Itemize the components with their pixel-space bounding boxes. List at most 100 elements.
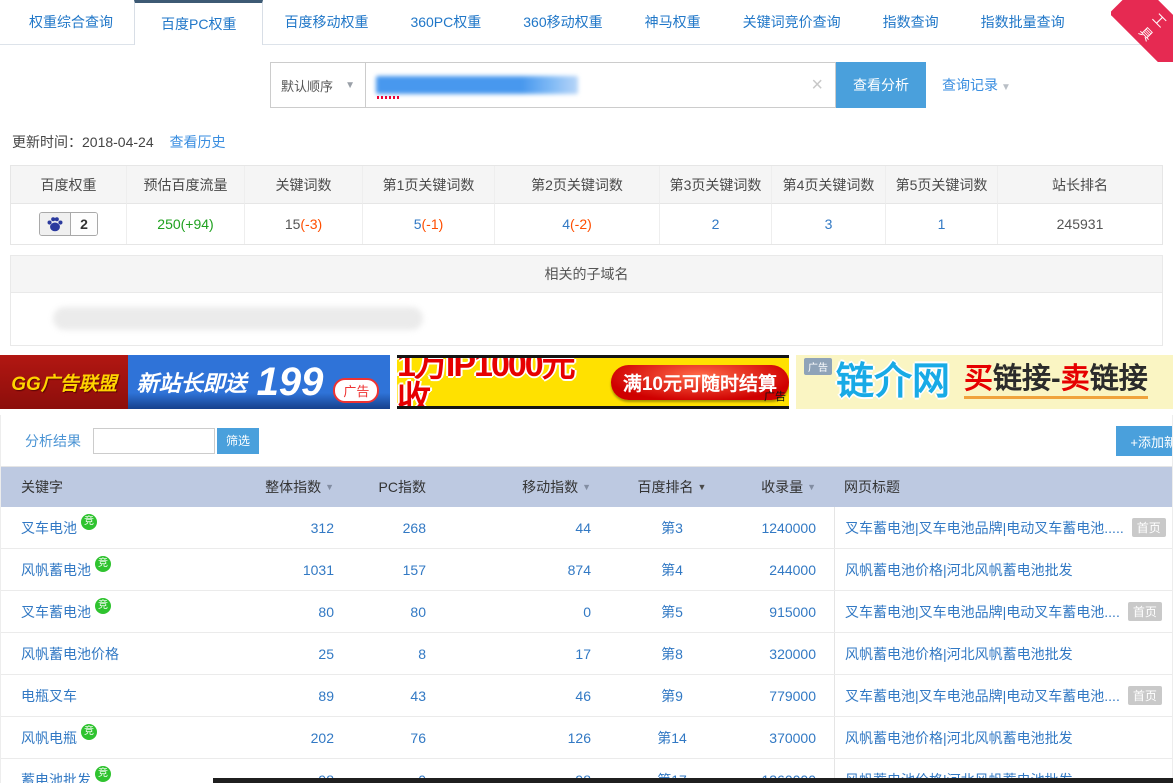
tab-4[interactable]: 360PC权重 bbox=[389, 0, 502, 44]
ad1-offer-number: 199 bbox=[257, 362, 324, 402]
ad2-main-text: 1万IP1000元收 bbox=[397, 355, 603, 409]
query-history-link[interactable]: 查询记录▼ bbox=[942, 75, 1011, 95]
column-header-label: 整体指数 bbox=[265, 477, 321, 497]
tab-3[interactable]: 百度移动权重 bbox=[263, 0, 389, 44]
sort-arrow-icon[interactable]: ▼ bbox=[807, 482, 816, 492]
bidding-indicator-icon: 竞 bbox=[95, 598, 111, 614]
tab-7[interactable]: 关键词竞价查询 bbox=[722, 0, 862, 44]
tab-2[interactable]: 百度PC权重 bbox=[134, 0, 263, 45]
page-title-link[interactable]: 叉车蓄电池|叉车电池品牌|电动叉车蓄电池..... bbox=[845, 518, 1124, 538]
blurred-subdomain-link[interactable] bbox=[53, 307, 423, 330]
stats-header-2: 预估百度流量 bbox=[126, 166, 244, 204]
analysis-section: 分析结果 筛选 +添加新词 关键字 整体指数 ▼ PC指数移动指数▼百度排名▼收录量▼… bbox=[0, 415, 1173, 783]
page-title-link[interactable]: 风帆蓄电池价格|河北风帆蓄电池批发 bbox=[845, 644, 1073, 664]
keyword-link[interactable]: 风帆电瓶 bbox=[21, 728, 77, 748]
stats-header-5: 第2页关键词数 bbox=[494, 166, 659, 204]
sort-arrow-icon[interactable]: ▼ bbox=[698, 482, 707, 492]
indexed-count-cell: 370000 bbox=[741, 717, 834, 758]
stats-value-part: (-3) bbox=[300, 216, 322, 232]
query-input[interactable]: × bbox=[366, 62, 836, 108]
query-history-label: 查询记录 bbox=[942, 77, 998, 93]
filter-button[interactable]: 筛选 bbox=[217, 428, 259, 454]
page-title-cell: 叉车蓄电池|叉车电池品牌|电动叉车蓄电池....首页 bbox=[834, 591, 1172, 632]
analyze-button[interactable]: 查看分析 bbox=[836, 62, 926, 108]
column-header-6[interactable]: 收录量▼ bbox=[741, 467, 834, 507]
table-row: 风帆蓄电池竞1031157874第4244000风帆蓄电池价格|河北风帆蓄电池批… bbox=[1, 549, 1172, 591]
stats-value-part: 245931 bbox=[1057, 216, 1104, 232]
stats-value-part: (-1) bbox=[422, 216, 444, 232]
stats-header-4: 第1页关键词数 bbox=[362, 166, 494, 204]
keyword-link[interactable]: 风帆蓄电池 bbox=[21, 560, 91, 580]
indexed-count-cell: 1240000 bbox=[741, 507, 834, 548]
sort-order-value: 默认顺序 bbox=[281, 76, 333, 95]
keyword-link[interactable]: 叉车蓄电池 bbox=[21, 602, 91, 622]
ad3-brand-text: 链介网 bbox=[836, 363, 950, 401]
stats-value-part: 3 bbox=[825, 216, 833, 232]
stats-value-part: (+94) bbox=[181, 216, 214, 232]
baidu-weight-value: 2 bbox=[70, 213, 97, 235]
page-title-cell: 风帆蓄电池价格|河北风帆蓄电池批发 bbox=[834, 549, 1172, 590]
mobile-index-cell: 874 bbox=[438, 549, 603, 590]
stats-value-part: 4 bbox=[562, 216, 570, 232]
stats-value-part: 15 bbox=[285, 216, 301, 232]
keyword-link[interactable]: 风帆蓄电池价格 bbox=[21, 644, 119, 664]
clear-icon[interactable]: × bbox=[811, 73, 823, 97]
stats-value-part: (-2) bbox=[570, 216, 592, 232]
page-title-cell: 风帆蓄电池价格|河北风帆蓄电池批发 bbox=[834, 717, 1172, 758]
overall-index-cell: 89 bbox=[251, 675, 346, 716]
baidu-rank-cell: 第14 bbox=[603, 717, 741, 758]
bidding-indicator-icon: 竞 bbox=[95, 766, 111, 782]
ad-banner-gg-union[interactable]: GG广告联盟 新站长即送 199 广告 bbox=[0, 355, 390, 409]
keyword-link[interactable]: 蓄电池批发 bbox=[21, 770, 91, 783]
add-keyword-button[interactable]: +添加新词 bbox=[1116, 426, 1172, 456]
spellcheck-underline bbox=[377, 96, 399, 99]
column-header-4[interactable]: 移动指数▼ bbox=[438, 467, 603, 507]
bidding-indicator-icon: 竞 bbox=[95, 556, 111, 572]
pc-index-cell: 157 bbox=[346, 549, 438, 590]
stats-value-part: 1 bbox=[938, 216, 946, 232]
keyword-cell: 风帆电瓶竞 bbox=[1, 717, 251, 758]
keyword-link[interactable]: 叉车电池 bbox=[21, 518, 77, 538]
tab-9[interactable]: 指数批量查询 bbox=[960, 0, 1086, 44]
page-title-link[interactable]: 风帆蓄电池价格|河北风帆蓄电池批发 bbox=[845, 728, 1073, 748]
column-header-5[interactable]: 百度排名▼ bbox=[603, 467, 741, 507]
homepage-badge: 首页 bbox=[1132, 518, 1166, 537]
ad-banner-ip[interactable]: 1万IP1000元收 满10元可随时结算 广告 bbox=[397, 355, 789, 409]
corner-ribbon[interactable]: 工具 bbox=[1111, 0, 1173, 62]
mobile-index-cell: 0 bbox=[438, 591, 603, 632]
overall-index-cell: 1031 bbox=[251, 549, 346, 590]
ad3-link2: 链接 bbox=[1090, 363, 1148, 395]
keyword-link[interactable]: 电瓶叉车 bbox=[21, 686, 77, 706]
sort-arrow-icon[interactable]: ▼ bbox=[582, 482, 591, 492]
subdomain-body bbox=[11, 293, 1162, 345]
column-header-3: PC指数 bbox=[346, 467, 438, 507]
tab-bar: 权重综合查询百度PC权重百度移动权重360PC权重360移动权重神马权重关键词竞… bbox=[0, 0, 1173, 45]
column-header-7: 网页标题 bbox=[834, 467, 1172, 507]
column-header-2[interactable]: 整体指数 ▼ bbox=[251, 467, 346, 507]
analysis-result-label: 分析结果 bbox=[25, 431, 81, 451]
tab-6[interactable]: 神马权重 bbox=[624, 0, 722, 44]
column-header-label: 关键字 bbox=[21, 477, 63, 497]
page-title-link[interactable]: 叉车蓄电池|叉车电池品牌|电动叉车蓄电池.... bbox=[845, 602, 1120, 622]
chevron-down-icon: ▼ bbox=[1001, 82, 1011, 93]
page-title-cell: 叉车蓄电池|叉车电池品牌|电动叉车蓄电池..... 首页 bbox=[834, 507, 1172, 548]
page-title-link[interactable]: 叉车蓄电池|叉车电池品牌|电动叉车蓄电池.... bbox=[845, 686, 1120, 706]
sort-arrow-icon[interactable]: ▼ bbox=[325, 482, 334, 492]
filter-input[interactable] bbox=[93, 428, 215, 454]
sort-order-select[interactable]: 默认顺序 ▼ bbox=[270, 62, 366, 108]
stats-value-1: 2 bbox=[11, 204, 126, 244]
tab-5[interactable]: 360移动权重 bbox=[502, 0, 623, 44]
keyword-table-body: 叉车电池竞31226844第31240000叉车蓄电池|叉车电池品牌|电动叉车蓄… bbox=[1, 507, 1172, 783]
ad3-dash: - bbox=[1051, 363, 1061, 395]
stats-value-4: 5(-1) bbox=[362, 204, 494, 244]
view-history-link[interactable]: 查看历史 bbox=[170, 134, 226, 150]
keyword-cell: 风帆蓄电池价格 bbox=[1, 633, 251, 674]
ad3-link1: 链接 bbox=[993, 363, 1051, 395]
tab-8[interactable]: 指数查询 bbox=[862, 0, 960, 44]
ad-banner-lianjie[interactable]: 广告 链介网 买链接-卖链接 bbox=[796, 355, 1173, 409]
pc-index-cell: 43 bbox=[346, 675, 438, 716]
page-title-link[interactable]: 风帆蓄电池价格|河北风帆蓄电池批发 bbox=[845, 560, 1073, 580]
tab-1[interactable]: 权重综合查询 bbox=[8, 0, 134, 44]
baidu-weight-badge[interactable]: 2 bbox=[39, 212, 98, 236]
keyword-cell: 叉车电池竞 bbox=[1, 507, 251, 548]
